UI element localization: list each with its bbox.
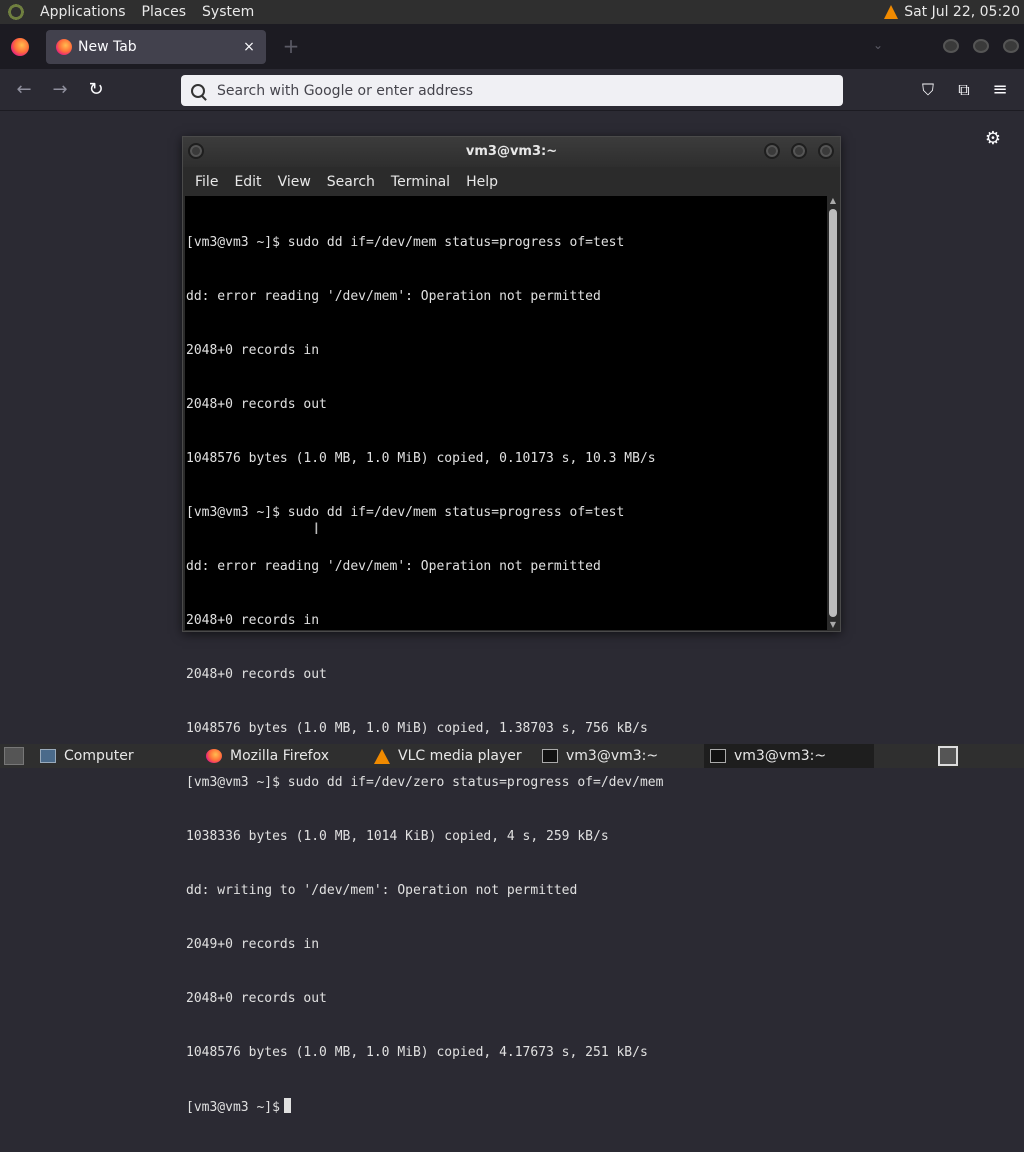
task-computer[interactable]: Computer bbox=[34, 744, 140, 768]
firefox-icon bbox=[206, 749, 222, 763]
task-vlc[interactable]: VLC media player bbox=[368, 744, 528, 768]
hamburger-menu-icon[interactable]: ≡ bbox=[989, 79, 1011, 101]
minimize-button[interactable] bbox=[943, 39, 959, 53]
distro-logo-icon[interactable] bbox=[6, 2, 26, 22]
terminal-line: dd: writing to '/dev/mem': Operation not… bbox=[186, 883, 578, 898]
gear-icon[interactable]: ⚙ bbox=[984, 130, 1002, 148]
minimize-button[interactable] bbox=[764, 143, 780, 159]
reload-icon[interactable]: ↻ bbox=[85, 79, 107, 101]
clock[interactable]: Sat Jul 22, 05:20 bbox=[904, 4, 1020, 20]
terminal-lines: [vm3@vm3 ~]$ sudo dd if=/dev/mem status=… bbox=[186, 198, 827, 1152]
forward-arrow-icon[interactable]: → bbox=[49, 79, 71, 101]
terminal-line: 1048576 bytes (1.0 MB, 1.0 MiB) copied, … bbox=[186, 451, 656, 466]
show-desktop-icon[interactable] bbox=[4, 747, 24, 765]
task-label: Mozilla Firefox bbox=[230, 748, 330, 764]
extensions-icon[interactable]: ⧉ bbox=[953, 79, 975, 101]
search-icon bbox=[191, 83, 205, 98]
scrollbar-thumb[interactable] bbox=[829, 209, 837, 617]
terminal-line: [vm3@vm3 ~]$ sudo dd if=/dev/zero status… bbox=[186, 775, 664, 790]
terminal-line: 2048+0 records out bbox=[186, 991, 327, 1006]
new-tab-button[interactable]: + bbox=[281, 36, 301, 56]
menu-search[interactable]: Search bbox=[319, 174, 383, 190]
close-button[interactable] bbox=[818, 143, 834, 159]
menu-file[interactable]: File bbox=[187, 174, 226, 190]
url-bar[interactable] bbox=[181, 75, 843, 106]
terminal-icon bbox=[710, 749, 726, 763]
maximize-button[interactable] bbox=[791, 143, 807, 159]
panel-tray: Sat Jul 22, 05:20 bbox=[884, 0, 1020, 24]
terminal-line: 1048576 bytes (1.0 MB, 1.0 MiB) copied, … bbox=[186, 1045, 648, 1060]
terminal-line: 1048576 bytes (1.0 MB, 1.0 MiB) copied, … bbox=[186, 721, 648, 736]
terminal-line: dd: error reading '/dev/mem': Operation … bbox=[186, 289, 601, 304]
ibeam-cursor-icon: I bbox=[314, 519, 319, 538]
task-label: vm3@vm3:~ bbox=[734, 748, 827, 764]
menu-help[interactable]: Help bbox=[458, 174, 506, 190]
panel-menu: Applications Places System bbox=[32, 0, 262, 24]
terminal-output[interactable]: [vm3@vm3 ~]$ sudo dd if=/dev/mem status=… bbox=[185, 196, 827, 1115]
terminal-line: dd: error reading '/dev/mem': Operation … bbox=[186, 559, 601, 574]
close-window-button[interactable] bbox=[1003, 39, 1019, 53]
text-cursor bbox=[283, 1098, 291, 1113]
terminal-prompt-line[interactable]: [vm3@vm3 ~]$ bbox=[186, 1098, 827, 1116]
terminal-title: vm3@vm3:~ bbox=[465, 144, 558, 159]
menu-edit[interactable]: Edit bbox=[226, 174, 269, 190]
vlc-tray-icon[interactable] bbox=[884, 5, 899, 19]
system-menu[interactable]: System bbox=[194, 0, 262, 24]
terminal-line: [vm3@vm3 ~]$ sudo dd if=/dev/mem status=… bbox=[186, 505, 625, 520]
terminal-prompt: [vm3@vm3 ~]$ bbox=[186, 1100, 280, 1115]
terminal-line: 2049+0 records in bbox=[186, 937, 320, 952]
scroll-up-arrow-icon[interactable]: ▲ bbox=[827, 196, 839, 206]
terminal-line: 2048+0 records out bbox=[186, 397, 327, 412]
terminal-titlebar[interactable]: vm3@vm3:~ bbox=[183, 137, 840, 167]
terminal-icon bbox=[542, 749, 558, 763]
tab-bar: New Tab × + ⌄ bbox=[0, 24, 1024, 69]
taskbar: Computer Mozilla Firefox VLC media playe… bbox=[0, 744, 1024, 768]
top-panel: Applications Places System Sat Jul 22, 0… bbox=[0, 0, 1024, 24]
terminal-line: 2048+0 records out bbox=[186, 667, 327, 682]
task-label: VLC media player bbox=[398, 748, 522, 764]
navigation-toolbar: ← → ↻ ⛉ ⧉ ≡ bbox=[0, 69, 1024, 111]
computer-icon bbox=[40, 749, 56, 763]
tab-title: New Tab bbox=[78, 39, 137, 55]
firefox-view-icon[interactable] bbox=[11, 38, 29, 56]
tab-new-tab[interactable]: New Tab × bbox=[46, 30, 266, 64]
chevron-down-icon[interactable]: ⌄ bbox=[870, 38, 886, 54]
scroll-down-arrow-icon[interactable]: ▼ bbox=[827, 620, 839, 630]
task-label: vm3@vm3:~ bbox=[566, 748, 659, 764]
places-menu[interactable]: Places bbox=[134, 0, 195, 24]
terminal-menubar: File Edit View Search Terminal Help bbox=[183, 167, 840, 196]
terminal-window[interactable]: vm3@vm3:~ File Edit View Search Terminal… bbox=[182, 136, 841, 1115]
task-terminal-2[interactable]: vm3@vm3:~ bbox=[704, 744, 874, 768]
maximize-button[interactable] bbox=[973, 39, 989, 53]
address-input[interactable] bbox=[217, 82, 817, 99]
task-firefox[interactable]: Mozilla Firefox bbox=[200, 744, 335, 768]
tab-close-icon[interactable]: × bbox=[240, 38, 258, 56]
menu-view[interactable]: View bbox=[270, 174, 319, 190]
terminal-line: 2048+0 records in bbox=[186, 613, 320, 628]
menu-terminal[interactable]: Terminal bbox=[383, 174, 458, 190]
pocket-icon[interactable]: ⛉ bbox=[917, 79, 939, 101]
terminal-scrollbar[interactable]: ▲ ▼ bbox=[827, 196, 839, 630]
task-terminal-1[interactable]: vm3@vm3:~ bbox=[536, 744, 664, 768]
terminal-line: [vm3@vm3 ~]$ sudo dd if=/dev/mem status=… bbox=[186, 235, 625, 250]
firefox-favicon-icon bbox=[56, 39, 72, 55]
terminal-line: 1038336 bytes (1.0 MB, 1014 KiB) copied,… bbox=[186, 829, 609, 844]
vlc-icon bbox=[374, 748, 390, 764]
terminal-line: 2048+0 records in bbox=[186, 343, 320, 358]
back-arrow-icon[interactable]: ← bbox=[13, 79, 35, 101]
applications-menu[interactable]: Applications bbox=[32, 0, 134, 24]
workspace-switcher[interactable] bbox=[938, 746, 958, 766]
task-label: Computer bbox=[64, 748, 134, 764]
